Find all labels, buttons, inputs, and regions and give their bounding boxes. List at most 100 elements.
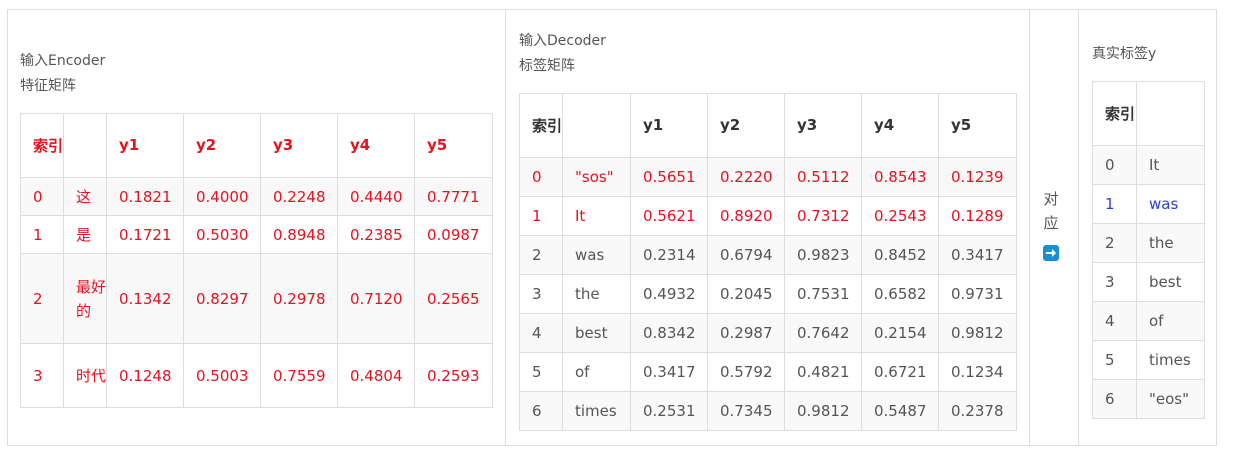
cell-value: 0.5487 (861, 391, 939, 431)
row-index: 5 (519, 352, 563, 392)
header-y4: y4 (861, 93, 939, 158)
table-row: 2 the (1092, 223, 1205, 263)
encoder-caption-line1: 输入Encoder (20, 53, 106, 69)
row-token: times (1136, 340, 1205, 380)
decoder-caption-line2: 标签矩阵 (519, 58, 575, 74)
row-token: of (562, 352, 631, 392)
cell-value: 0.7559 (260, 343, 338, 408)
cell-value: 0.5112 (784, 157, 862, 197)
cell-value: 0.3417 (630, 352, 708, 392)
column-divider (505, 9, 506, 446)
header-token (562, 93, 631, 158)
decoder-label-table: 索引 y1 y2 y3 y4 y5 0 "sos" 0.5651 0.2220 … (519, 93, 1017, 431)
cell-value: 0.1721 (106, 215, 184, 254)
column-divider (1029, 9, 1030, 446)
row-index: 1 (519, 196, 563, 236)
header-y4: y4 (337, 113, 415, 178)
cell-value: 0.8543 (861, 157, 939, 197)
table-row: 3 时代 0.1248 0.5003 0.7559 0.4804 0.2593 (20, 343, 493, 408)
encoder-header-row: 索引 y1 y2 y3 y4 y5 (20, 113, 493, 178)
column-divider (1078, 9, 1079, 446)
cell-value: 0.9823 (784, 235, 862, 275)
cell-value: 0.1342 (106, 253, 184, 344)
row-token: "sos" (562, 157, 631, 197)
cell-value: 0.8452 (861, 235, 939, 275)
row-index: 2 (519, 235, 563, 275)
cell-value: 0.2314 (630, 235, 708, 275)
cell-value: 0.9812 (938, 313, 1017, 353)
cell-value: 0.7531 (784, 274, 862, 314)
decoder-caption: 输入Decoder 标签矩阵 (519, 29, 606, 79)
table-row: 5 times (1092, 340, 1205, 380)
cell-value: 0.7312 (784, 196, 862, 236)
cell-value: 0.7345 (707, 391, 785, 431)
true-label-table: 索引 0 It 1 was 2 the 3 best 4 of 5 times … (1092, 81, 1205, 419)
decoder-caption-line1: 输入Decoder (519, 33, 606, 49)
row-token: best (1136, 262, 1205, 302)
header-y5: y5 (938, 93, 1017, 158)
row-index: 6 (1092, 379, 1137, 419)
cell-value: 0.5003 (183, 343, 261, 408)
header-y2: y2 (183, 113, 261, 178)
row-index: 6 (519, 391, 563, 431)
row-index: 0 (20, 177, 64, 216)
row-token: times (562, 391, 631, 431)
header-index: 索引 (20, 113, 64, 178)
header-y2: y2 (707, 93, 785, 158)
row-index: 1 (20, 215, 64, 254)
cell-value: 0.2385 (337, 215, 415, 254)
cell-value: 0.2978 (260, 253, 338, 344)
row-token: 时代 (63, 343, 107, 408)
cell-value: 0.0987 (414, 215, 493, 254)
cell-value: 0.1248 (106, 343, 184, 408)
encoder-caption: 输入Encoder 特征矩阵 (20, 49, 105, 99)
table-row: 1 It 0.5621 0.8920 0.7312 0.2543 0.1289 (519, 196, 1017, 236)
cell-value: 0.6794 (707, 235, 785, 275)
table-row: 2 最好的 0.1342 0.8297 0.2978 0.7120 0.2565 (20, 253, 493, 344)
row-index: 4 (519, 313, 563, 353)
table-row: 1 was (1092, 184, 1205, 224)
row-token: 是 (63, 215, 107, 254)
table-row: 0 这 0.1821 0.4000 0.2248 0.4440 0.7771 (20, 177, 493, 216)
table-row: 6 "eos" (1092, 379, 1205, 419)
cell-value: 0.7120 (337, 253, 415, 344)
correspondence-label-line2: 应 (1043, 214, 1059, 232)
row-token: "eos" (1136, 379, 1205, 419)
cell-value: 0.2154 (861, 313, 939, 353)
table-row: 3 best (1092, 262, 1205, 302)
row-index: 0 (1092, 145, 1137, 185)
cell-value: 0.4932 (630, 274, 708, 314)
table-row: 3 the 0.4932 0.2045 0.7531 0.6582 0.9731 (519, 274, 1017, 314)
cell-value: 0.2987 (707, 313, 785, 353)
row-token: was (1136, 184, 1205, 224)
row-index: 5 (1092, 340, 1137, 380)
cell-value: 0.3417 (938, 235, 1017, 275)
table-row: 5 of 0.3417 0.5792 0.4821 0.6721 0.1234 (519, 352, 1017, 392)
cell-value: 0.7771 (414, 177, 493, 216)
row-index: 2 (1092, 223, 1137, 263)
cell-value: 0.2543 (861, 196, 939, 236)
row-token: was (562, 235, 631, 275)
row-index: 3 (20, 343, 64, 408)
header-y1: y1 (630, 93, 708, 158)
cell-value: 0.1289 (938, 196, 1017, 236)
cell-value: 0.8297 (183, 253, 261, 344)
right-arrow-icon (1043, 245, 1059, 261)
row-token: of (1136, 301, 1205, 341)
table-row: 2 was 0.2314 0.6794 0.9823 0.8452 0.3417 (519, 235, 1017, 275)
cell-value: 0.2378 (938, 391, 1017, 431)
row-token: 最好的 (63, 253, 107, 344)
row-index: 1 (1092, 184, 1137, 224)
cell-value: 0.2593 (414, 343, 493, 408)
cell-value: 0.2565 (414, 253, 493, 344)
row-index: 2 (20, 253, 64, 344)
cell-value: 0.5030 (183, 215, 261, 254)
cell-value: 0.9812 (784, 391, 862, 431)
labels-header-row: 索引 (1092, 81, 1205, 146)
table-row: 1 是 0.1721 0.5030 0.8948 0.2385 0.0987 (20, 215, 493, 254)
cell-value: 0.6721 (861, 352, 939, 392)
encoder-feature-table: 索引 y1 y2 y3 y4 y5 0 这 0.1821 0.4000 0.22… (20, 113, 493, 408)
header-index: 索引 (1092, 81, 1137, 146)
cell-value: 0.5621 (630, 196, 708, 236)
table-row: 4 best 0.8342 0.2987 0.7642 0.2154 0.981… (519, 313, 1017, 353)
